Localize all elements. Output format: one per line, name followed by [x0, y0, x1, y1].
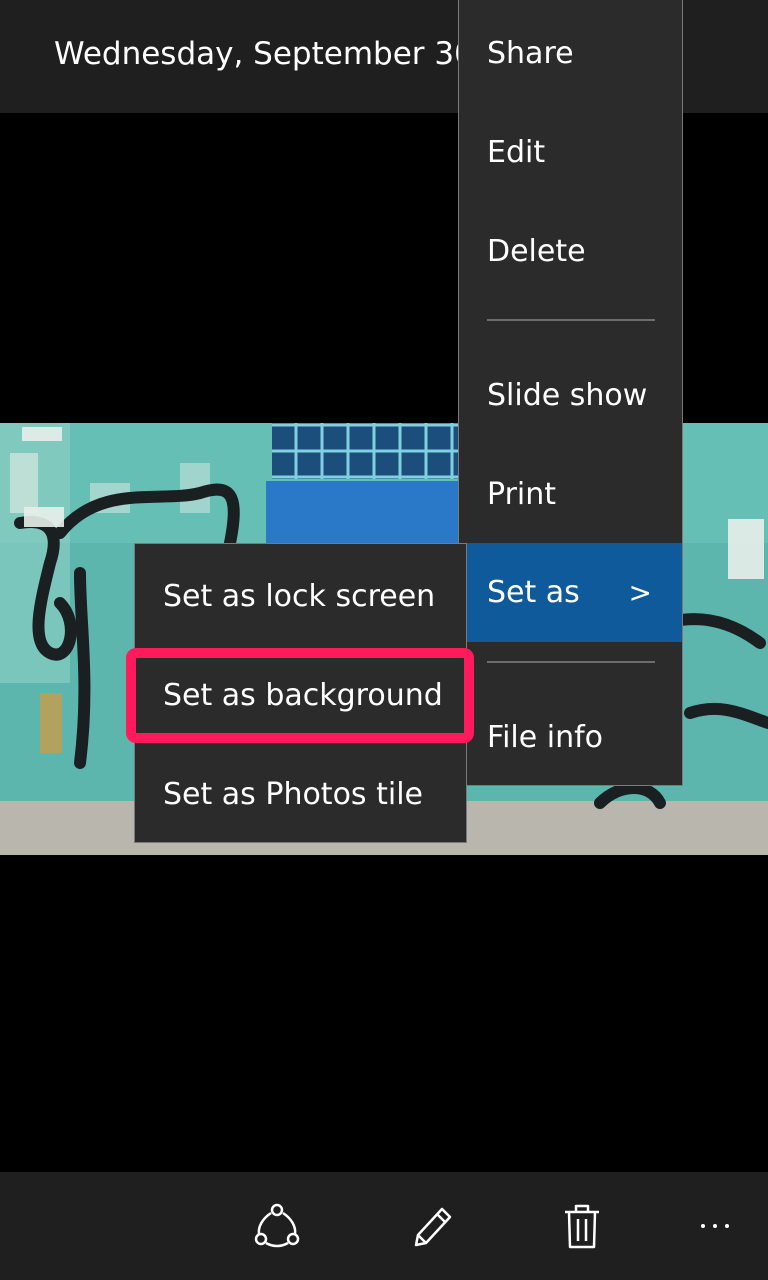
menu-item-label: Slide show: [487, 378, 648, 413]
submenu-item-label: Set as background: [163, 678, 443, 713]
menu-item-set-as[interactable]: Set as >: [459, 543, 682, 642]
menu-separator: [487, 661, 655, 663]
submenu-item-background[interactable]: Set as background: [135, 646, 466, 745]
delete-icon: [565, 1204, 599, 1249]
set-as-submenu: Set as lock screen Set as background Set…: [134, 543, 467, 843]
more-icon: [701, 1224, 705, 1228]
submenu-item-photos-tile[interactable]: Set as Photos tile: [135, 745, 466, 844]
context-menu: Share Edit Delete Slide show Print Set a…: [458, 0, 683, 786]
more-button[interactable]: [690, 1194, 740, 1258]
submenu-item-lock-screen[interactable]: Set as lock screen: [135, 547, 466, 646]
menu-item-label: Print: [487, 477, 557, 512]
menu-item-label: File info: [487, 720, 604, 755]
menu-item-edit[interactable]: Edit: [459, 103, 682, 202]
edit-button[interactable]: [399, 1194, 463, 1258]
share-button[interactable]: [245, 1194, 309, 1258]
share-icon: [254, 1203, 300, 1248]
menu-item-share[interactable]: Share: [459, 4, 682, 103]
photos-app: Wednesday, September 30, Share Edit Dele…: [0, 0, 768, 1280]
photo-date-title: Wednesday, September 30,: [54, 36, 484, 72]
menu-item-label: Edit: [487, 135, 546, 170]
menu-item-label: Delete: [487, 234, 586, 269]
menu-item-delete[interactable]: Delete: [459, 202, 682, 301]
more-icon-dot: [713, 1224, 717, 1228]
menu-separator: [487, 319, 655, 321]
more-icon-dot: [725, 1224, 729, 1228]
delete-button[interactable]: [550, 1194, 614, 1258]
edit-icon: [414, 1207, 452, 1247]
menu-item-print[interactable]: Print: [459, 445, 682, 544]
submenu-item-label: Set as lock screen: [163, 579, 436, 614]
menu-item-file-info[interactable]: File info: [459, 688, 682, 787]
submenu-item-label: Set as Photos tile: [163, 777, 423, 812]
menu-item-label: Share: [487, 36, 574, 71]
chevron-right-icon: >: [628, 576, 652, 609]
app-bar: [0, 1172, 768, 1280]
menu-item-label: Set as: [487, 575, 580, 610]
menu-item-slide-show[interactable]: Slide show: [459, 346, 682, 445]
